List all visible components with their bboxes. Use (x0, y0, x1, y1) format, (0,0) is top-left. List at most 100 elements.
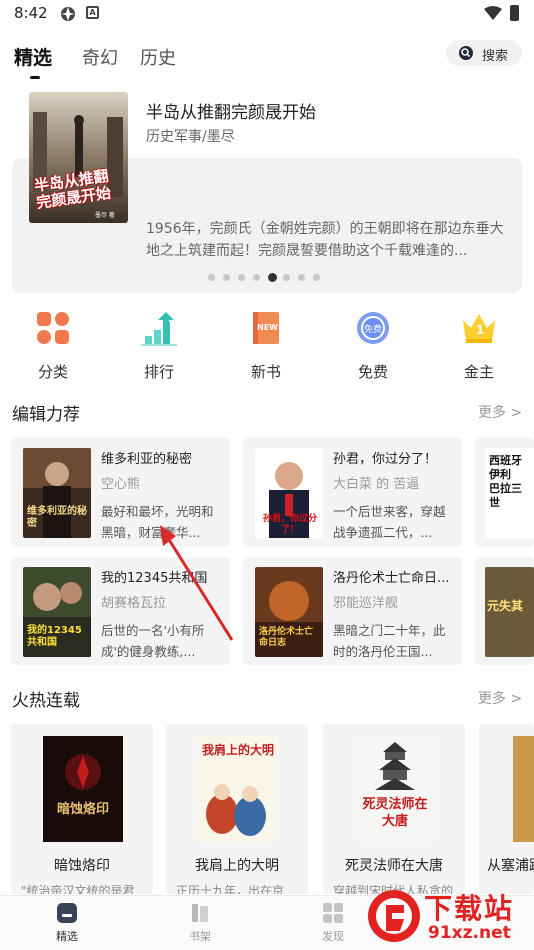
book-cover: 我肩上的大明 (198, 736, 278, 842)
book-description: 一个后世来客，穿越战争遗孤二代，... (333, 504, 446, 540)
status-bar: 8:42 A (0, 0, 534, 28)
book-cover: 元失其 (485, 567, 534, 657)
cover-title: 元失其 (487, 599, 524, 613)
watermark-text-main: 下载站 (424, 892, 515, 925)
banner-book-title[interactable]: 半岛从推翻完颜晟开始 (146, 98, 316, 123)
book-cover: 暗蚀烙印 (43, 736, 123, 842)
book-author: 邪能巡洋舰 (333, 596, 399, 611)
book-author: 大白菜 的 苦逼 (333, 477, 420, 492)
banner-cover-author: 墨尽 著 (95, 212, 115, 219)
book-cover: 维多利亚的秘密 (23, 448, 91, 538)
book-title: 死灵法师在大唐 (345, 858, 443, 874)
cover-title: 孙君，你过分了！ (262, 514, 317, 535)
section-title-hot-serial: 火热连载 (12, 691, 80, 711)
pagination-dot[interactable] (253, 274, 260, 281)
ranking-icon (141, 312, 177, 346)
hot-book-card[interactable]: 暗蚀烙印 暗蚀烙印 "统治帝汉文统的是君 (11, 724, 153, 894)
pagination-dot[interactable] (283, 274, 290, 281)
cover-title: 维多利亚的秘密 (27, 506, 87, 529)
recommend-card-partial[interactable]: 西班牙 伊利 巴拉三世 (475, 438, 534, 546)
editor-picks-more-link[interactable]: 更多 > (478, 402, 522, 422)
recommend-card[interactable]: 维多利亚的秘密 维多利亚的秘密 空心熊 最好和最坏，光明和黑暗，财富奢华... (11, 438, 230, 546)
book-description: 后世的一名'小有所成'的健身教练,... (101, 623, 205, 659)
book-description: 正历十九年，出在京 (176, 884, 285, 894)
book-description: "统治帝汉文统的是君 (21, 884, 135, 894)
hot-book-card-partial[interactable]: 从塞浦路 (479, 724, 534, 894)
book-cover (513, 736, 534, 842)
search-label: 搜索 (482, 49, 509, 64)
section-title-editor-picks: 编辑力荐 (12, 405, 80, 425)
book-title: 暗蚀烙印 (54, 858, 110, 874)
recommend-card[interactable]: 洛丹伦术士亡命日志 洛丹伦术士亡命日... 邪能巡洋舰 黑暗之门二十年，此时的洛… (243, 557, 462, 665)
cover-title: 死灵法师在大唐 (362, 797, 428, 829)
hot-book-card[interactable]: 死灵法师在大唐 死灵法师在大唐 穿越到宋时代人私贪的 (323, 724, 465, 894)
book-description: 黑暗之门二十年，此时的洛丹伦王国... (333, 623, 446, 659)
banner-book-genre-author: 历史军事/墨尽 (146, 129, 235, 145)
hot-book-card[interactable]: 我肩上的大明 我肩上的大明 正历十九年，出在京 (166, 724, 308, 894)
pagination-dot[interactable] (268, 273, 277, 282)
active-tab-indicator (30, 76, 40, 79)
book-cover: 孙君，你过分了！ (255, 448, 323, 538)
wifi-icon (484, 6, 502, 20)
shortcut-category[interactable]: 分类 (13, 308, 93, 381)
book-author: 空心熊 (101, 477, 141, 492)
banner-pagination-dots (208, 273, 328, 284)
cover-title: 西班牙 伊利 巴拉三世 (489, 454, 522, 509)
recommend-card-partial[interactable]: 元失其 (475, 557, 534, 665)
tab-history[interactable]: 历史 (140, 44, 176, 70)
tab-fantasy[interactable]: 奇幻 (82, 44, 118, 70)
shortcut-label: 分类 (37, 363, 68, 381)
shortcut-label: 免费 (357, 363, 388, 381)
nav-featured[interactable]: 精选 (27, 902, 107, 944)
cover-title: 我肩上的大明 (202, 743, 275, 757)
status-time: 8:42 (14, 4, 48, 22)
cover-title: 暗蚀烙印 (56, 802, 109, 817)
free-icon-text: 免费 (364, 325, 383, 335)
shortcut-label: 新书 (250, 363, 281, 381)
discover-icon (323, 903, 343, 923)
hot-serial-more-link[interactable]: 更多 > (478, 688, 522, 708)
pagination-dot[interactable] (298, 274, 305, 281)
nav-bookshelf[interactable]: 书架 (160, 902, 240, 944)
pagination-dot[interactable] (223, 274, 230, 281)
aperture-icon (61, 7, 75, 21)
shortcut-ranking[interactable]: 排行 (119, 308, 199, 381)
crown-icon-text: 1 (476, 323, 485, 337)
shortcut-label: 金主 (463, 363, 494, 381)
cover-title: 洛丹伦术士亡命日志 (259, 627, 314, 648)
book-cover: 洛丹伦术士亡命日志 (255, 567, 323, 657)
book-cover: 西班牙 伊利 巴拉三世 (485, 448, 534, 538)
book-title: 从塞浦路 (487, 858, 534, 874)
shortcut-new-book[interactable]: NEW 新书 (226, 308, 306, 381)
pagination-dot[interactable] (238, 274, 245, 281)
pagination-dot[interactable] (313, 274, 320, 281)
book-cover: 我的12345共和国 (23, 567, 91, 657)
nav-label: 精选 (56, 930, 78, 943)
recommend-card[interactable]: 孙君，你过分了！ 孙君，你过分了！ 大白菜 的 苦逼 一个后世来客，穿越战争遗孤… (243, 438, 462, 546)
book-author: 胡赛格瓦拉 (101, 596, 167, 611)
nav-label: 书架 (189, 930, 211, 943)
book-title: 孙君，你过分了！ (333, 452, 438, 467)
book-cover: 死灵法师在大唐 (355, 736, 435, 842)
shortcut-patron[interactable]: 1 金主 (439, 308, 519, 381)
book-description: 最好和最坏，光明和黑暗，财富奢华... (101, 504, 214, 540)
new-book-icon-text: NEW (257, 323, 278, 332)
watermark-logo (368, 890, 420, 942)
banner-book-cover[interactable]: 半岛从推翻完颜晟开始 墨尽 著 (29, 92, 128, 223)
cover-title: 我的12345共和国 (27, 625, 82, 648)
category-icon (37, 312, 69, 344)
pagination-dot[interactable] (208, 274, 215, 281)
book-title: 洛丹伦术士亡命日... (333, 571, 450, 586)
recommend-card[interactable]: 我的12345共和国 我的12345共和国 胡赛格瓦拉 后世的一名'小有所成'的… (11, 557, 230, 665)
bookshelf-icon (192, 904, 208, 922)
shortcut-free[interactable]: 免费 免费 (333, 308, 413, 381)
book-title: 维多利亚的秘密 (101, 452, 193, 467)
search-icon (459, 46, 473, 60)
search-button[interactable]: 搜索 (446, 40, 522, 66)
tab-featured[interactable]: 精选 (14, 43, 52, 70)
book-title: 我肩上的大明 (195, 858, 279, 874)
book-title: 我的12345共和国 (101, 571, 208, 586)
watermark: 下载站 91xz.net (356, 885, 534, 950)
notification-a-icon: A (86, 6, 99, 19)
shortcut-label: 排行 (143, 363, 174, 381)
